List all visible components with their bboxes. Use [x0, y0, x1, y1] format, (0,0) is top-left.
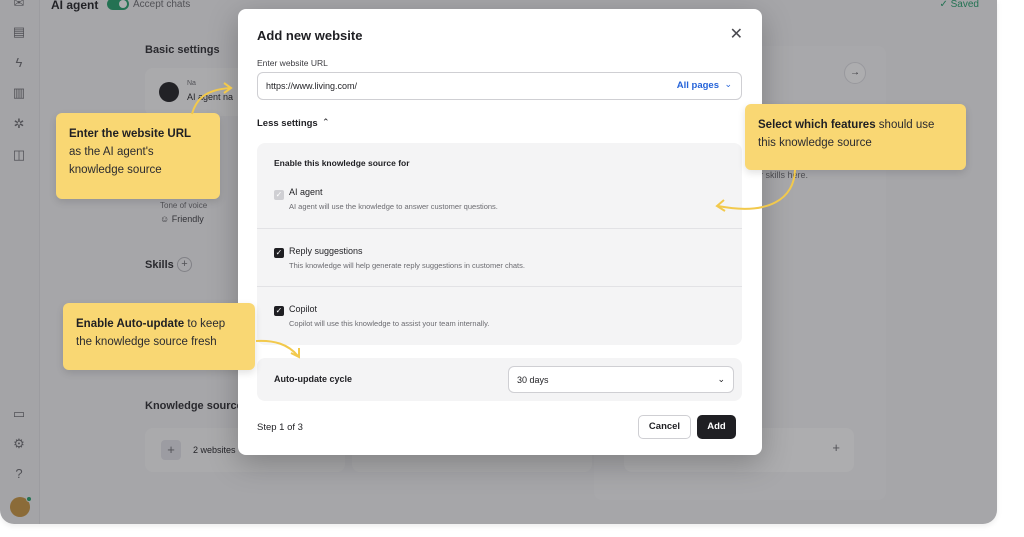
url-field[interactable]: https://www.living.com/ All pages ⌄: [257, 72, 742, 100]
step-indicator: Step 1 of 3: [257, 422, 303, 433]
callout-autoupdate: Enable Auto-update to keep the knowledge…: [63, 303, 255, 370]
checkbox-copilot[interactable]: ✓: [274, 306, 284, 316]
add-website-modal: Add new website ✕ Enter website URL http…: [238, 9, 762, 455]
callout-autoupdate-text1: to keep: [184, 318, 226, 330]
callout-features-bold: Select which features: [758, 119, 876, 131]
auto-update-row: Auto-update cycle 30 days ⌄: [257, 358, 742, 401]
less-settings-toggle[interactable]: Less settings: [257, 118, 318, 129]
option-description: AI agent will use the knowledge to answe…: [289, 202, 498, 211]
scope-dropdown[interactable]: All pages: [677, 80, 719, 91]
url-input-value[interactable]: https://www.living.com/: [266, 81, 357, 91]
enable-panel: Enable this knowledge source for ✓ AI ag…: [257, 143, 742, 345]
enable-heading: Enable this knowledge source for: [274, 158, 410, 168]
option-copilot[interactable]: ✓ Copilot Copilot will use this knowledg…: [257, 286, 742, 344]
option-reply-suggestions[interactable]: ✓ Reply suggestions This knowledge will …: [257, 228, 742, 286]
arrow-icon: [255, 339, 300, 359]
option-description: Copilot will use this knowledge to assis…: [289, 319, 490, 328]
auto-update-label: Auto-update cycle: [274, 374, 353, 384]
callout-features-text1: should use: [875, 119, 935, 131]
callout-features: Select which features should use this kn…: [745, 104, 966, 170]
callout-features-text2: this knowledge source: [758, 137, 872, 149]
arrow-icon: [715, 169, 796, 212]
option-title: AI agent: [289, 187, 323, 197]
close-icon[interactable]: ✕: [730, 26, 743, 44]
chevron-down-icon: ⌄: [717, 374, 725, 384]
add-button[interactable]: Add: [697, 415, 736, 439]
cancel-button[interactable]: Cancel: [638, 415, 691, 439]
divider: [257, 228, 742, 229]
option-title: Copilot: [289, 304, 318, 314]
chevron-down-icon[interactable]: ⌄: [724, 79, 732, 90]
divider: [257, 286, 742, 287]
callout-url: Enter the website URL as the AI agent's …: [56, 113, 220, 199]
callout-autoupdate-bold: Enable Auto-update: [76, 318, 185, 330]
app-window: ✉ ▤ ϟ ▥ ✲ ◫ ▭ ⚙ ? AI agent Accept chats …: [0, 0, 997, 524]
option-title: Reply suggestions: [289, 246, 363, 256]
modal-title: Add new website: [257, 28, 363, 43]
auto-update-select[interactable]: 30 days ⌄: [508, 366, 734, 393]
callout-url-text2: knowledge source: [69, 164, 162, 176]
checkbox-ai-agent: ✓: [274, 190, 284, 200]
url-field-label: Enter website URL: [257, 58, 328, 68]
arrow-icon: [191, 82, 233, 115]
callout-url-text1: as the AI agent's: [69, 146, 154, 158]
option-description: This knowledge will help generate reply …: [289, 261, 525, 270]
callout-url-bold: Enter the website URL: [69, 128, 192, 140]
chevron-up-icon[interactable]: ⌃: [322, 117, 330, 128]
callout-autoupdate-text2: the knowledge source fresh: [76, 336, 217, 348]
auto-update-value: 30 days: [517, 375, 549, 385]
checkbox-reply-suggestions[interactable]: ✓: [274, 248, 284, 258]
